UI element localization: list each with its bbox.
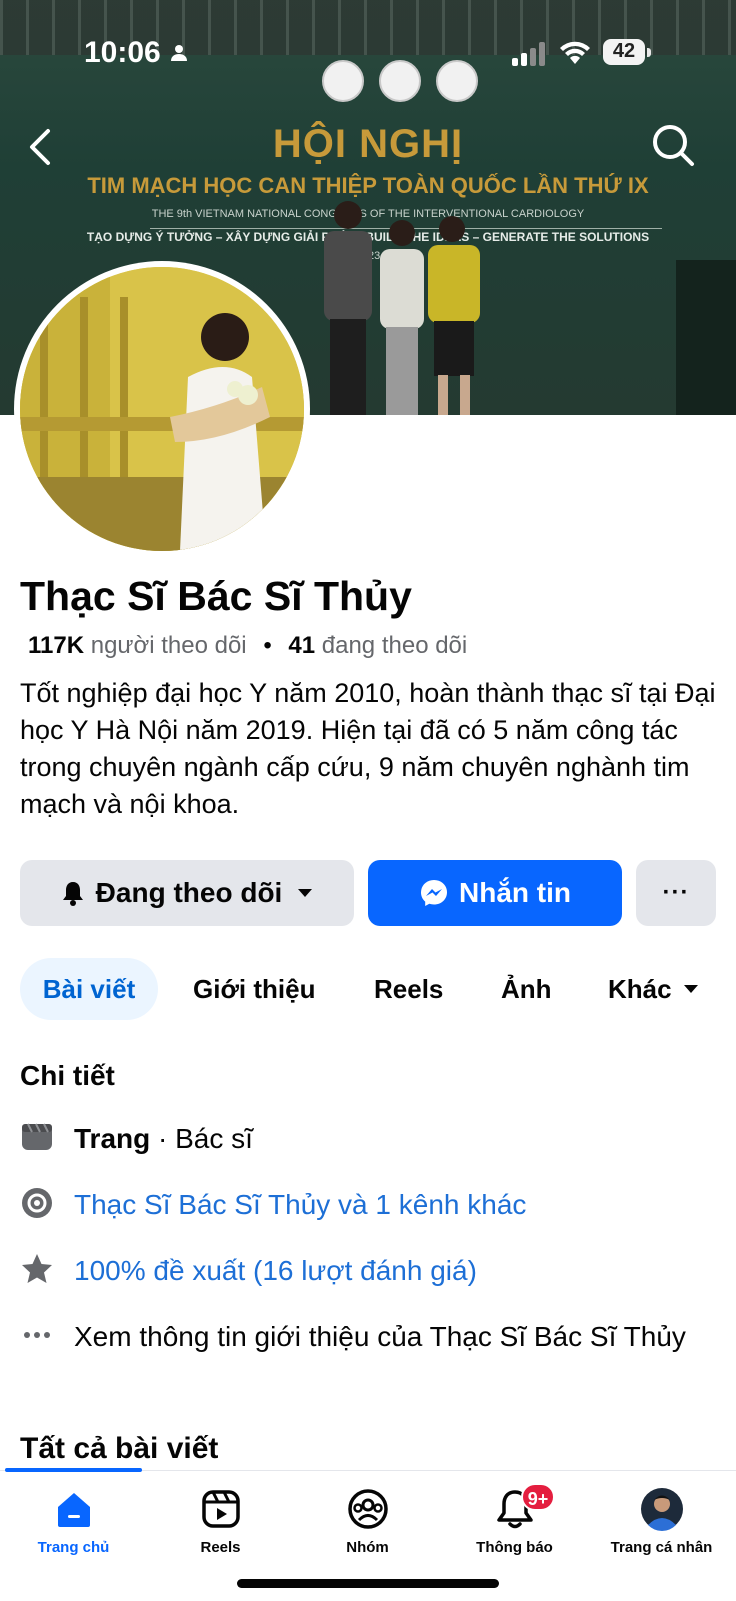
following-label[interactable]: đang theo dõi [322,632,467,659]
rating-link[interactable]: 100% đề xuất (16 lượt đánh giá) [74,1252,477,1290]
channel-icon [22,1188,52,1218]
profile-bio: Tốt nghiệp đại học Y năm 2010, hoàn thàn… [20,678,716,819]
bell-icon [62,882,83,906]
battery-icon: 42 [603,39,653,67]
messenger-icon [421,880,447,906]
conference-logo [322,60,364,102]
following-count[interactable]: 41 [288,632,315,659]
nav-home[interactable]: Trang chủ [0,1471,147,1561]
cover-people-image [324,201,480,415]
search-icon[interactable] [650,122,696,168]
caret-down-icon [298,889,313,897]
notification-badge: 9+ [521,1483,555,1511]
nav-reels-label: Reels [200,1539,241,1556]
profile-avatar[interactable] [14,261,310,557]
groups-icon [347,1489,388,1529]
tab-about[interactable]: Giới thiệu [193,958,315,1020]
message-button[interactable]: Nhắn tin [368,860,622,926]
banner-title: HỘI NGHỊ [272,122,464,166]
avatar-icon [640,1488,683,1531]
following-button[interactable]: Đang theo dõi [20,860,354,926]
person-icon [171,45,187,61]
more-options-button[interactable]: ··· [636,860,716,926]
star-icon [22,1254,52,1283]
tab-reels[interactable]: Reels [374,958,443,1020]
caret-down-icon [683,985,698,993]
detail-channels[interactable]: Thạc Sĩ Bác Sĩ Thủy và 1 kênh khác [20,1186,720,1226]
conference-logo [436,60,478,102]
nav-home-label: Trang chủ [37,1539,110,1556]
reels-icon [201,1490,240,1528]
details-heading: Chi tiết [20,1060,115,1091]
see-about-link[interactable]: Xem thông tin giới thiệu của Thạc Sĩ Bác… [74,1318,694,1356]
back-icon[interactable] [22,125,62,169]
more-dots-icon [24,1332,50,1338]
stats-separator: • [263,632,272,659]
home-indicator [237,1579,499,1588]
nav-groups[interactable]: Nhóm [294,1471,441,1561]
nav-groups-label: Nhóm [346,1539,389,1556]
nav-profile[interactable]: Trang cá nhân [588,1471,735,1561]
followers-count[interactable]: 117K [28,632,84,659]
tab-posts[interactable]: Bài viết [20,958,158,1020]
page-title: Thạc Sĩ Bác Sĩ Thủy [20,573,412,619]
channels-link[interactable]: Thạc Sĩ Bác Sĩ Thủy và 1 kênh khác [74,1186,526,1224]
nav-notifications-label: Thông báo [476,1539,553,1556]
battery-level: 42 [612,40,636,62]
wifi-icon [560,41,590,64]
nav-reels[interactable]: Reels [147,1471,294,1561]
avatar-photo [20,267,304,551]
conference-logo [379,60,421,102]
tab-photos[interactable]: Ảnh [501,958,552,1020]
detail-page-type: Trang · Bác sĩ [20,1120,720,1160]
detail-page-category: · Bác sĩ [150,1123,253,1154]
detail-rating[interactable]: 100% đề xuất (16 lượt đánh giá) [20,1252,720,1292]
all-posts-heading: Tất cả bài viết [20,1432,219,1465]
detail-page-label: Trang [74,1123,151,1154]
tab-more[interactable]: Khác [608,958,700,1020]
detail-see-about[interactable]: Xem thông tin giới thiệu của Thạc Sĩ Bác… [20,1318,720,1398]
message-button-label: Nhắn tin [459,877,571,908]
cellular-signal-icon [512,42,545,66]
nav-notifications[interactable]: 9+ Thông báo [441,1471,588,1561]
followers-label[interactable]: người theo dõi [91,632,247,659]
following-button-label: Đang theo dõi [95,877,283,908]
follow-stats: 117K người theo dõi • 41 đang theo dõi [28,632,467,660]
nav-profile-label: Trang cá nhân [610,1539,713,1556]
page-flag-icon [22,1123,52,1150]
more-options-icon: ··· [662,879,690,906]
cover-shadow [676,260,736,415]
home-icon [57,1493,90,1527]
status-time: 10:06 [84,36,161,69]
profile-tabs: Bài viết Giới thiệu Reels Ảnh Khác [0,958,736,1020]
